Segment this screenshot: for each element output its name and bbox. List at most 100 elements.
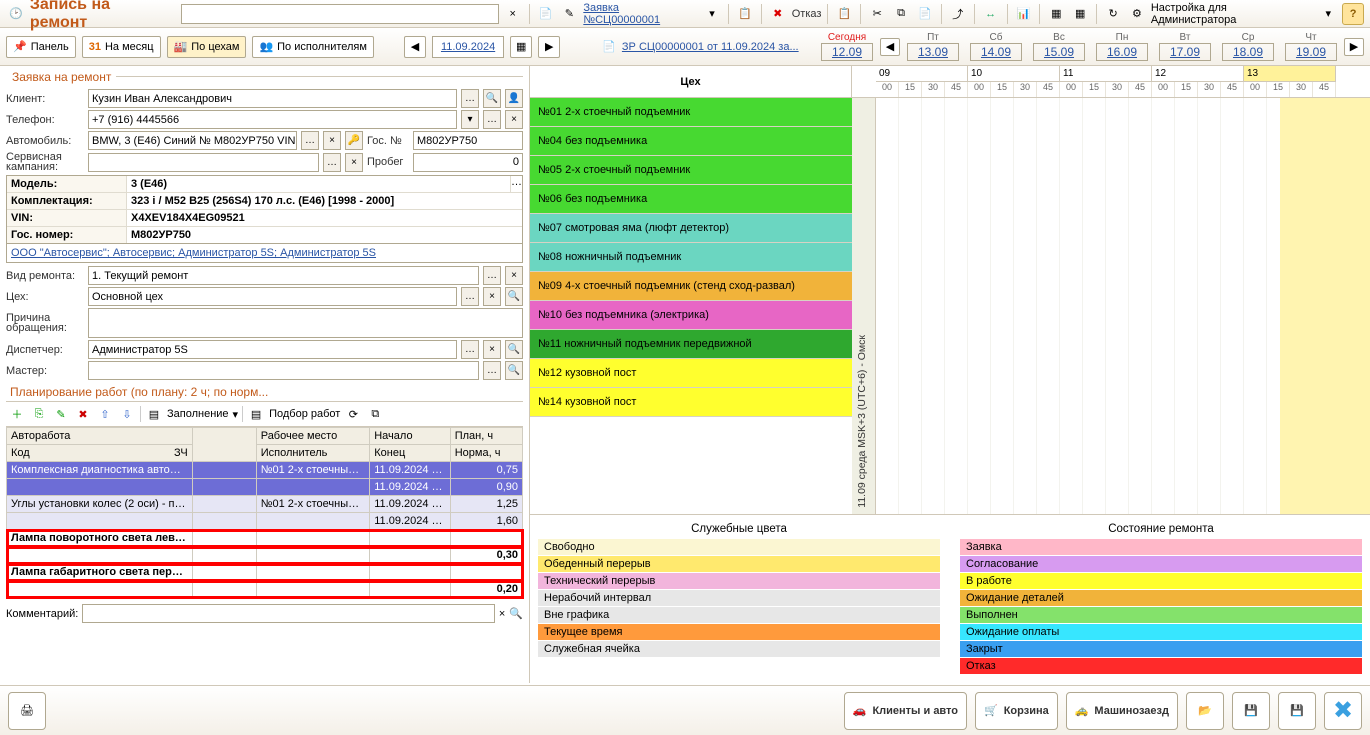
request-link[interactable]: Заявка №СЦ00000001 — [583, 2, 698, 26]
tab-month[interactable]: 31На месяц — [82, 36, 161, 58]
close-button[interactable]: ✖ — [1324, 692, 1362, 730]
details-pick[interactable]: … — [510, 176, 522, 192]
workstation-row[interactable]: №04 без подъемника — [530, 127, 852, 156]
doc-icon[interactable]: 📄 — [536, 4, 556, 24]
reason-input[interactable] — [88, 308, 523, 338]
campaign-clear[interactable]: × — [345, 153, 363, 172]
master-pick[interactable]: … — [483, 361, 501, 380]
print-button[interactable]: 🖨 — [8, 692, 46, 730]
workshop-input[interactable]: Основной цех — [88, 287, 457, 306]
dispatcher-srch[interactable]: 🔍 — [505, 340, 523, 359]
dispatcher-pick[interactable]: … — [461, 340, 479, 359]
save-button[interactable]: 💾 — [1278, 692, 1316, 730]
add-icon[interactable]: ＋ — [8, 405, 26, 423]
gos-input[interactable]: М802УР750 — [413, 131, 523, 150]
day-7[interactable]: Чт19.09 — [1281, 32, 1341, 61]
car-clear[interactable]: × — [323, 131, 341, 150]
table-row[interactable]: Комплексная диагностика автомобиля по 1.… — [7, 462, 523, 479]
day-next[interactable]: ▶ — [1344, 38, 1364, 56]
col-end[interactable]: Конец — [370, 445, 450, 462]
repairtype-input[interactable]: 1. Текущий ремонт — [88, 266, 479, 285]
workstation-row[interactable]: №01 2-х стоечный подъемник — [530, 98, 852, 127]
schedule-grid[interactable] — [876, 98, 1370, 514]
day-4[interactable]: Пн16.09 — [1092, 32, 1152, 61]
delete-icon[interactable]: ✖ — [74, 405, 92, 423]
workshop-srch[interactable]: 🔍 — [505, 287, 523, 306]
edit-icon[interactable]: ✎ — [52, 405, 70, 423]
doc-icon2[interactable]: 📄 — [602, 40, 616, 53]
phone-pick[interactable]: … — [483, 110, 501, 129]
request-icon[interactable]: ✎ — [559, 4, 579, 24]
clients-button[interactable]: 🚗Клиенты и авто — [844, 692, 967, 730]
table-row[interactable]: 0,20 — [7, 581, 523, 598]
cancel-label[interactable]: Отказ — [792, 8, 822, 20]
date-field[interactable]: 11.09.2024 — [432, 36, 504, 58]
clipboard-icon[interactable]: 📋 — [834, 4, 854, 24]
comment-srch[interactable]: 🔍 — [509, 607, 523, 620]
col-plan[interactable]: План, ч — [450, 428, 522, 445]
fill-label[interactable]: Заполнение — [167, 408, 229, 420]
fill-icon[interactable]: ▤ — [145, 405, 163, 423]
phone-drop[interactable]: ▾ — [461, 110, 479, 129]
copy2-icon[interactable]: ⧉ — [891, 4, 911, 24]
phone-clear[interactable]: × — [505, 110, 523, 129]
gear-icon[interactable]: ⚙ — [1127, 4, 1147, 24]
tbl2-icon[interactable]: ▦ — [1070, 4, 1090, 24]
settings-dropdown-icon[interactable]: ▾ — [1318, 4, 1338, 24]
workstation-row[interactable]: №09 4-х стоечный подъемник (стенд сход-р… — [530, 272, 852, 301]
workstation-row[interactable]: №06 без подъемника — [530, 185, 852, 214]
workstation-row[interactable]: №07 смотровая яма (люфт детектор) — [530, 214, 852, 243]
comment-clear[interactable]: × — [499, 608, 505, 620]
client-user[interactable]: 👤 — [505, 89, 523, 108]
saveas-button[interactable]: 💾 — [1232, 692, 1270, 730]
col-place[interactable]: Рабочее место — [256, 428, 370, 445]
tab-by-workshop[interactable]: 🏭По цехам — [167, 36, 247, 58]
col-norm[interactable]: Норма, ч — [450, 445, 522, 462]
copy-icon[interactable]: 📋 — [735, 4, 755, 24]
repairtype-clear[interactable]: × — [505, 266, 523, 285]
car-key[interactable]: 🔑 — [345, 131, 363, 150]
campaign-pick[interactable]: … — [323, 153, 341, 172]
day-3[interactable]: Вс15.09 — [1029, 32, 1089, 61]
day-today[interactable]: Сегодня12.09 — [817, 32, 877, 61]
paste-icon[interactable]: 📄 — [915, 4, 935, 24]
addcopy-icon[interactable]: ⎘ — [30, 405, 48, 423]
mileage-input[interactable]: 0 — [413, 153, 523, 172]
swap-icon[interactable]: ↔ — [981, 4, 1001, 24]
phone-input[interactable]: +7 (916) 4445566 — [88, 110, 457, 129]
doc-link[interactable]: ЗР СЦ00000001 от 11.09.2024 за... — [622, 41, 799, 53]
cancel-icon[interactable]: ✖ — [768, 4, 788, 24]
tab-by-performer[interactable]: 👥По исполнителям — [252, 36, 374, 58]
tool2-icon[interactable]: ⧉ — [366, 405, 384, 423]
workstation-row[interactable]: №11 ножничный подъемник передвижной — [530, 330, 852, 359]
pick-label[interactable]: Подбор работ — [269, 408, 340, 420]
cart-button[interactable]: 🛒Корзина — [975, 692, 1058, 730]
workstation-row[interactable]: №05 2-х стоечный подъемник — [530, 156, 852, 185]
campaign-input[interactable] — [88, 153, 319, 172]
table-row[interactable]: 11.09.2024 2...1,60 — [7, 513, 523, 530]
tbl1-icon[interactable]: ▦ — [1046, 4, 1066, 24]
day-1[interactable]: Пт13.09 — [903, 32, 963, 61]
help-button[interactable]: ? — [1342, 3, 1364, 25]
export-icon[interactable]: ⤴ — [948, 4, 968, 24]
table-row[interactable]: Лампа поворотного света левая - с/у — [7, 530, 523, 547]
day-2[interactable]: Сб14.09 — [966, 32, 1026, 61]
refresh-icon[interactable]: ↻ — [1103, 4, 1123, 24]
tool1-icon[interactable]: ⟳ — [344, 405, 362, 423]
org-link[interactable]: ООО "Автосервис"; Автосервис; Администра… — [11, 247, 518, 259]
settings-label[interactable]: Настройка для Администратора — [1151, 2, 1314, 26]
workshop-pick[interactable]: … — [461, 287, 479, 306]
table-row[interactable]: 11.09.2024 1...0,90 — [7, 479, 523, 496]
down-icon[interactable]: ⇩ — [118, 405, 136, 423]
client-input[interactable]: Кузин Иван Александрович — [88, 89, 457, 108]
fill-drop[interactable]: ▾ — [233, 408, 239, 421]
day-6[interactable]: Ср18.09 — [1218, 32, 1278, 61]
dispatcher-clear[interactable]: × — [483, 340, 501, 359]
up-icon[interactable]: ⇧ — [96, 405, 114, 423]
table-row[interactable]: Лампа габаритного света передняя п... — [7, 564, 523, 581]
col-start[interactable]: Начало — [370, 428, 450, 445]
cut-icon[interactable]: ✂ — [867, 4, 887, 24]
client-search[interactable]: 🔍 — [483, 89, 501, 108]
workstation-row[interactable]: №12 кузовной пост — [530, 359, 852, 388]
chart-icon[interactable]: 📊 — [1014, 4, 1034, 24]
